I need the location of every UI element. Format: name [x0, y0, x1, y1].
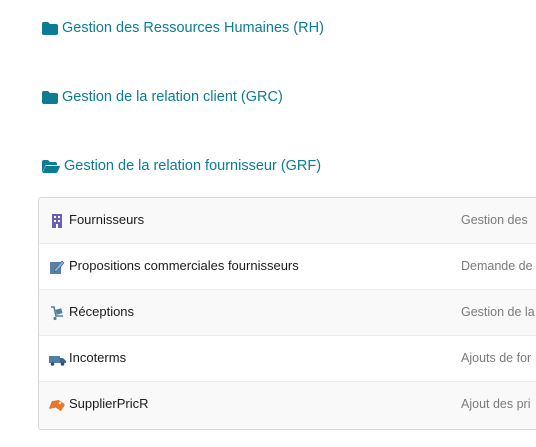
grf-items-table: Fournisseurs Gestion des Propositions co… — [38, 197, 536, 430]
table-row[interactable]: SupplierPricR Ajout des pri — [39, 382, 536, 428]
item-description: Gestion des — [461, 213, 528, 227]
item-label: Incoterms — [69, 350, 127, 365]
section-rh[interactable]: Gestion des Ressources Humaines (RH) — [42, 20, 324, 36]
section-grf[interactable]: Gestion de la relation fournisseur (GRF) — [42, 158, 321, 174]
table-row[interactable]: Propositions commerciales fournisseurs D… — [39, 244, 536, 290]
item-label: Réceptions — [69, 304, 135, 319]
folder-icon — [42, 90, 58, 104]
section-grc[interactable]: Gestion de la relation client (GRC) — [42, 89, 283, 105]
table-row[interactable]: Réceptions Gestion de la — [39, 290, 536, 336]
building-icon — [49, 213, 65, 229]
folder-open-icon — [42, 159, 60, 173]
document-edit-icon — [49, 259, 65, 275]
folder-icon — [42, 21, 58, 35]
section-grf-label: Gestion de la relation fournisseur (GRF) — [64, 158, 322, 174]
truck-icon — [49, 351, 66, 367]
item-description: Demande de — [461, 259, 533, 273]
section-rh-label: Gestion des Ressources Humaines (RH) — [62, 20, 324, 36]
item-label: SupplierPricR — [69, 396, 149, 411]
table-row[interactable]: Incoterms Ajouts de for — [39, 336, 536, 382]
dolly-icon — [49, 305, 65, 321]
item-label: Fournisseurs — [69, 212, 145, 227]
table-row[interactable]: Fournisseurs Gestion des — [39, 198, 536, 244]
item-description: Ajouts de for — [461, 351, 532, 365]
item-label: Propositions commerciales fournisseurs — [69, 258, 299, 273]
item-description: Gestion de la — [461, 305, 535, 319]
item-description: Ajout des pri — [461, 397, 531, 411]
price-tag-icon — [49, 397, 65, 413]
section-grc-label: Gestion de la relation client (GRC) — [62, 89, 283, 105]
